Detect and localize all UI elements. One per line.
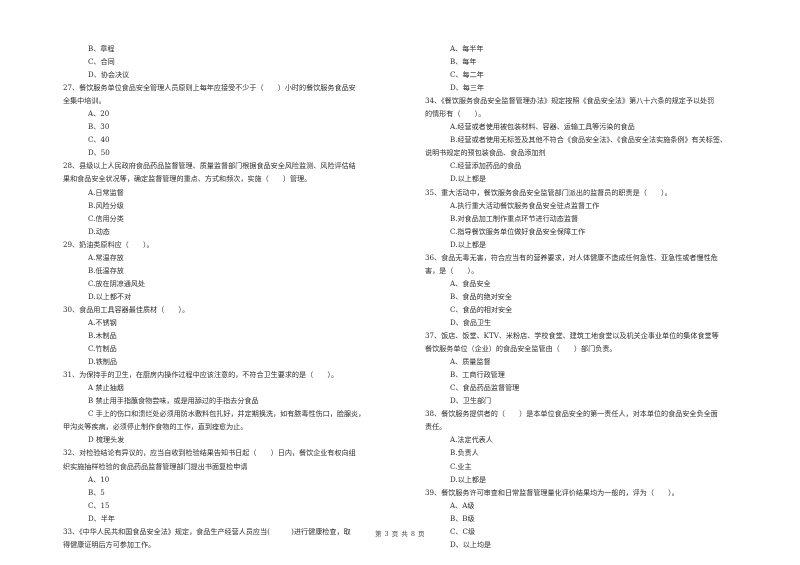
option: C、合同 bbox=[88, 57, 115, 67]
question-text: 责任。 bbox=[425, 422, 447, 432]
question-text: 32、对检验结论有异议的，应当自收到检验结果告知书日起（ ）日内，餐饮企业有权向… bbox=[63, 448, 356, 458]
option: D、半年 bbox=[88, 513, 115, 523]
option: C、食品的相对安全 bbox=[450, 304, 513, 314]
question-text: 果和食品安全状况等，确定监督管理的重点、方式和频次，实施（ ）管理。 bbox=[63, 174, 312, 184]
right-column: A、每半年 B、每年 C、每二年 D、每三年 34、《餐饮服务食品安全监督管理办… bbox=[425, 42, 755, 551]
option: B、章程 bbox=[88, 44, 115, 53]
option: D.动态 bbox=[88, 226, 110, 236]
question-34: 34、《餐饮服务食品安全监督管理办法》规定按照《食品安全法》第八十六条的规定予以… bbox=[425, 94, 755, 185]
option: C.经营添加药品的食品 bbox=[450, 161, 522, 171]
question-text: 害，是（ ）。 bbox=[425, 265, 479, 275]
option: D、以上均是 bbox=[450, 539, 492, 549]
option: A、食品安全 bbox=[450, 278, 491, 288]
option: C.指导餐饮服务单位做好食品安全保障工作 bbox=[450, 226, 586, 236]
option: C.业主 bbox=[450, 461, 472, 471]
option: D.以上都是 bbox=[450, 474, 487, 484]
option-continuation: 甲沟炎等疾病，必须停止制作食物的工作，直到痊愈为止。 bbox=[63, 422, 248, 432]
option: B.木制品 bbox=[88, 331, 117, 341]
option: C、15 bbox=[88, 500, 110, 510]
left-column: B、章程 C、合同 D、协会决议 27、餐饮服务单位食品安全管理人员原则上每年应… bbox=[63, 42, 393, 551]
question-text: 37、饭店、饭堂、KTV、米粉店、学校食堂、建筑工地食堂以及机关企事业单位的集体… bbox=[425, 331, 719, 341]
question-text: 餐饮服务单位（企业）的食品安全监管由（ ）部门负责。 bbox=[425, 344, 617, 354]
option: C.竹制品 bbox=[88, 344, 117, 354]
question-29: 29、奶油类原料应（ ）。 A.常温存放 B.低温存放 C.放在阴凉通风处 D.… bbox=[63, 238, 393, 303]
option: B.风险分级 bbox=[88, 200, 124, 210]
question-text: 34、《餐饮服务食品安全监督管理办法》规定按照《食品安全法》第八十六条的规定予以… bbox=[425, 96, 715, 106]
question-38: 38、餐饮服务提供者的（ ）是本单位食品安全的第一责任人，对本单位的食品安全负全… bbox=[425, 407, 755, 485]
option: D、食品卫生 bbox=[450, 317, 492, 327]
option: A、20 bbox=[88, 109, 110, 119]
option: B、B级 bbox=[450, 513, 475, 523]
question-37: 37、饭店、饭堂、KTV、米粉店、学校食堂、建筑工地食堂以及机关企事业单位的集体… bbox=[425, 329, 755, 407]
option: D、每三年 bbox=[450, 83, 485, 93]
option: B、30 bbox=[88, 122, 110, 132]
option: B.负责人 bbox=[450, 448, 479, 458]
question-text: 27、餐饮服务单位食品安全管理人员原则上每年应接受不少于（ ）小时的餐饮服务食品… bbox=[63, 83, 356, 93]
question-32: 32、对检验结论有异议的，应当自收到检验结果告知书日起（ ）日内，餐饮企业有权向… bbox=[63, 446, 393, 524]
question-text: 38、餐饮服务提供者的（ ）是本单位食品安全的第一责任人，对本单位的食品安全负全… bbox=[425, 409, 718, 419]
question-31: 31、为保持手的卫生，在厨房内操作过程中应该注意的，不符合卫生要求的是（ ）。 … bbox=[63, 368, 393, 446]
question-text: 30、食品用工具容器最佳质材（ ）。 bbox=[63, 304, 190, 314]
option: B.经营或者使用无标签及其他不符合《食品安全法》、《食品安全法实施条例》有关标签… bbox=[450, 135, 728, 145]
question-30: 30、食品用工具容器最佳质材（ ）。 A.不锈钢 B.木制品 C.竹制品 D.铁… bbox=[63, 303, 393, 368]
option: B 禁止用手指蘸食物尝味，或是用舔过的手指去分食品 bbox=[88, 396, 259, 406]
question-text: 29、奶油类原料应（ ）。 bbox=[63, 239, 154, 249]
option: C.放在阴凉通风处 bbox=[88, 278, 146, 288]
option: B、食品的绝对安全 bbox=[450, 291, 512, 301]
option: A 禁止抽烟 bbox=[88, 383, 124, 393]
question-text: 35、重大活动中，餐饮服务食品安全监管部门派出的监督员的职责是（ ）。 bbox=[425, 187, 672, 197]
question-text: 全集中培训。 bbox=[63, 96, 106, 106]
option: D.以上都不对 bbox=[88, 291, 132, 301]
question-28: 28、县级以上人民政府食品药品监督管理、质量监督部门根据食品安全风险监测、风险评… bbox=[63, 159, 393, 237]
option: B、5 bbox=[88, 487, 105, 497]
option: D、协会决议 bbox=[88, 70, 130, 80]
option: D、50 bbox=[88, 148, 110, 158]
option: A.常温存放 bbox=[88, 252, 124, 262]
option: C、40 bbox=[88, 135, 110, 145]
option: A.法定代表人 bbox=[450, 435, 493, 445]
option: C、每二年 bbox=[450, 70, 484, 80]
option: D 梳理头发 bbox=[88, 435, 125, 445]
question-36: 36、食品无毒无害，符合应当有的营养要求，对人体健康不造成任何急性、亚急性或者慢… bbox=[425, 251, 755, 329]
question-27: 27、餐饮服务单位食品安全管理人员原则上每年应接受不少于（ ）小时的餐饮服务食品… bbox=[63, 81, 393, 159]
option: D.以上都是 bbox=[450, 239, 487, 249]
option: A.日常监督 bbox=[88, 187, 124, 197]
option: C.信用分类 bbox=[88, 213, 124, 223]
question-39: 39、餐饮服务许可审查和日常监督管理量化评价结果均为一般的，评为（ ）。 A、A… bbox=[425, 486, 755, 551]
question-text: 39、餐饮服务许可审查和日常监督管理量化评价结果均为一般的，评为（ ）。 bbox=[425, 487, 679, 497]
option: B.低温存放 bbox=[88, 265, 124, 275]
question-text: 28、县级以上人民政府食品药品监督管理、质量监督部门根据食品安全风险监测、风险评… bbox=[63, 161, 356, 171]
option: A.执行重大活动餐饮服务食品安全驻点监督工作 bbox=[450, 200, 600, 210]
option: D、卫生部门 bbox=[450, 396, 492, 406]
question-35: 35、重大活动中，餐饮服务食品安全监管部门派出的监督员的职责是（ ）。 A.执行… bbox=[425, 186, 755, 251]
option: A.不锈钢 bbox=[88, 317, 117, 327]
option: B.对食品加工制作重点环节进行动态监督 bbox=[450, 213, 579, 223]
option-continuation: 说明书规定的预包装食品、食品添加剂 bbox=[425, 148, 546, 158]
question-text: 的情形有（ ）。 bbox=[425, 109, 486, 119]
option: C、食品药品监督管理 bbox=[450, 383, 520, 393]
option: B、每年 bbox=[450, 57, 477, 67]
option: A、每半年 bbox=[450, 44, 484, 53]
question-text: 织实施抽样检验的食品药品监督管理部门提出书面复检申请 bbox=[63, 461, 248, 471]
option: D.以上都是 bbox=[450, 174, 487, 184]
option: A、10 bbox=[88, 474, 110, 484]
question-text: 36、食品无毒无害，符合应当有的营养要求，对人体健康不造成任何急性、亚急性或者慢… bbox=[425, 252, 718, 262]
question-text: 31、为保持手的卫生，在厨房内操作过程中应该注意的，不符合卫生要求的是（ ）。 bbox=[63, 370, 339, 380]
page-number: 第 3 页 共 8 页 bbox=[374, 530, 426, 538]
option: D.铁制品 bbox=[88, 357, 117, 367]
question-text: 得健康证明后方可参加工作。 bbox=[63, 539, 156, 549]
option: A.经营或者使用被包装材料、容器、运输工具等污染的食品 bbox=[450, 122, 635, 132]
option: A、A级 bbox=[450, 500, 475, 510]
option: A、质量监督 bbox=[450, 357, 491, 367]
option: C 手上的伤口和溃烂处必须用防水敷料包扎好，并定期换洗，如有脓毒性伤口，脸腺炎， bbox=[88, 409, 366, 419]
option: B、工商行政管理 bbox=[450, 370, 505, 380]
